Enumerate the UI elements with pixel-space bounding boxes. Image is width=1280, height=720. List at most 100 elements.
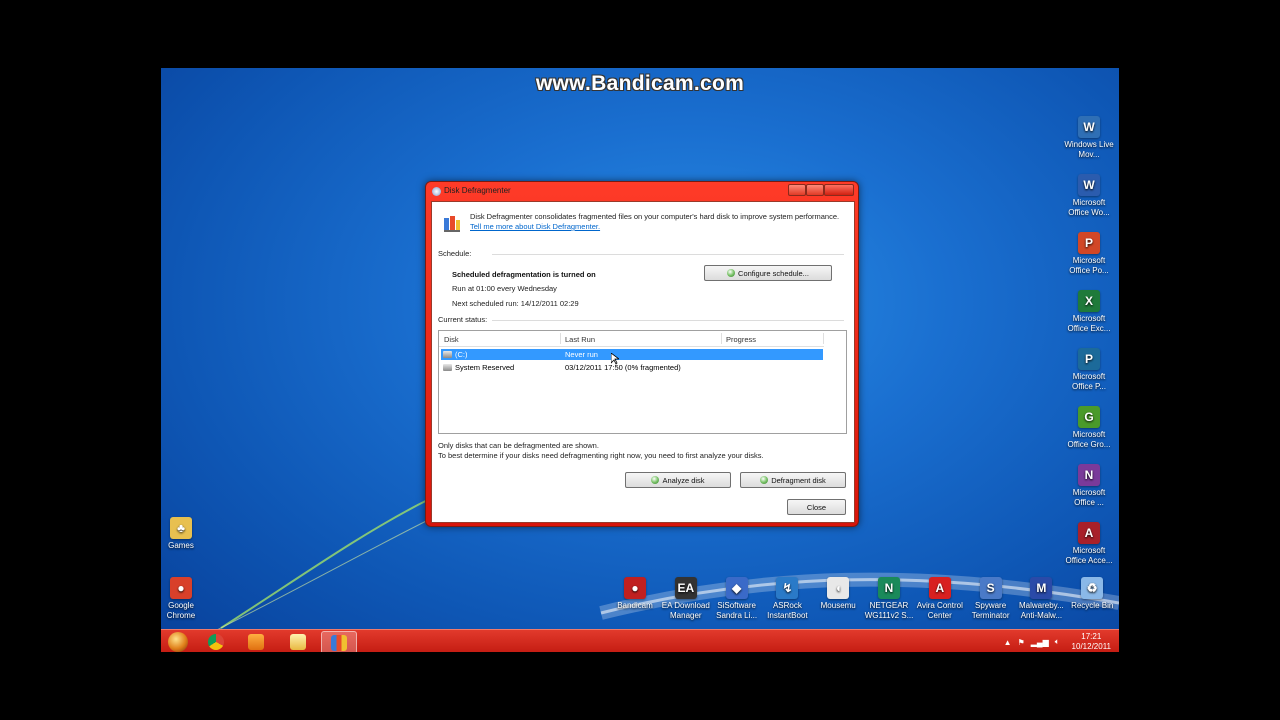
desktop-icon-games[interactable]: ♣ Games	[161, 517, 207, 551]
hard-drive-icon	[443, 351, 452, 358]
desktop-icon-netgear-wg111v2[interactable]: N NETGEAR WG111v2 S...	[863, 577, 915, 621]
desktop-icon-label: NETGEAR WG111v2 S...	[864, 601, 914, 620]
google-chrome-icon: ●	[170, 577, 192, 599]
desktop-icon-microsoft-office-onenote[interactable]: N Microsoft Office ...	[1063, 464, 1115, 508]
desktop-icon-malwarebytes[interactable]: M Malwareby... Anti-Malw...	[1015, 577, 1067, 621]
asrock-instantboot-icon: ↯	[776, 577, 799, 599]
schedule-label: Schedule:	[438, 249, 472, 258]
microsoft-office-access-icon: A	[1078, 522, 1100, 544]
column-header-last-run[interactable]: Last Run	[565, 335, 595, 344]
column-separator	[823, 333, 824, 344]
microsoft-office-publisher-icon: P	[1078, 348, 1100, 370]
desktop-icon-microsoft-office-powerpoint[interactable]: P Microsoft Office Po...	[1063, 232, 1115, 276]
desktop-icon-label: ASRock InstantBoot	[767, 601, 808, 620]
taskbar-media-player[interactable]	[239, 631, 273, 652]
table-row-system-reserved[interactable]: System Reserved 03/12/2011 17:50 (0% fra…	[441, 362, 823, 373]
title-bar[interactable]: Disk Defragmenter	[426, 182, 858, 200]
tell-me-more-link[interactable]: Tell me more about Disk Defragmenter.	[470, 222, 600, 231]
folder-icon	[290, 633, 306, 650]
clock[interactable]: 17:21 10/12/2011	[1072, 632, 1111, 652]
defrag-app-icon	[444, 216, 460, 232]
ea-download-manager-icon: EA	[674, 577, 697, 599]
desktop-icon-label: Spyware Terminator	[971, 601, 1010, 620]
microsoft-office-groove-icon: G	[1078, 406, 1100, 428]
desktop-icon-mousemu[interactable]: ◖ Mousemu	[812, 577, 864, 611]
disk-last-run: 03/12/2011 17:50 (0% fragmented)	[565, 363, 681, 372]
analyze-disk-label: Analyze disk	[662, 475, 705, 485]
analyze-hint-note: To best determine if your disks need def…	[438, 451, 764, 460]
action-center-flag-icon[interactable]: ⚑	[1018, 638, 1025, 647]
desktop-icon-microsoft-office-groove[interactable]: G Microsoft Office Gro...	[1063, 406, 1115, 450]
column-header-disk[interactable]: Disk	[444, 335, 459, 344]
desktop-icon-microsoft-office-publisher[interactable]: P Microsoft Office P...	[1063, 348, 1115, 392]
defrag-icon	[331, 634, 347, 651]
start-button[interactable]	[161, 631, 195, 652]
desktop-icon-microsoft-office-excel[interactable]: X Microsoft Office Exc...	[1063, 290, 1115, 334]
desktop-icon-label: Avira Control Center	[916, 601, 963, 620]
desktop-icon-label: Microsoft Office Gro...	[1067, 430, 1111, 449]
minimize-button[interactable]	[788, 184, 806, 196]
shield-icon	[651, 476, 660, 484]
desktop-icon-avira-control-center[interactable]: A Avira Control Center	[914, 577, 966, 621]
desktop-icon-windows-live-movie-maker[interactable]: W Windows Live Mov...	[1063, 116, 1115, 160]
show-hidden-icons-icon[interactable]: ▲	[1004, 638, 1012, 647]
microsoft-office-excel-icon: X	[1078, 290, 1100, 312]
desktop-icon-label: Microsoft Office Acce...	[1065, 546, 1113, 565]
avira-control-center-icon: A	[928, 577, 951, 599]
network-icon[interactable]: ▂▄▆	[1031, 638, 1049, 647]
desktop-icon-label: SiSoftware Sandra Li...	[716, 601, 758, 620]
desktop-icon-label: Malwareby... Anti-Malw...	[1019, 601, 1064, 620]
maximize-button[interactable]	[806, 184, 824, 196]
clock-time: 17:21	[1081, 632, 1102, 641]
desktop-icon-label: Recycle Bin	[1071, 601, 1114, 610]
desktop-icon-microsoft-office-access[interactable]: A Microsoft Office Acce...	[1063, 522, 1115, 566]
configure-schedule-label: Configure schedule...	[738, 268, 809, 278]
defragment-disk-button[interactable]: Defragment disk	[740, 472, 846, 488]
intro-description: Disk Defragmenter consolidates fragmente…	[470, 212, 840, 221]
desktop-icon-label: EA Download Manager	[661, 601, 710, 620]
desktop-icon-label: Mousemu	[820, 601, 856, 610]
dialog-client-area: Disk Defragmenter consolidates fragmente…	[431, 201, 855, 523]
taskbar-chrome[interactable]	[199, 631, 233, 652]
table-row-c-drive[interactable]: (C:) Never run	[441, 349, 823, 360]
column-separator	[721, 333, 722, 344]
recycle-bin-icon: ♻	[1081, 577, 1104, 599]
desktop-icon-label: Microsoft Office Wo...	[1068, 198, 1110, 217]
close-window-button[interactable]	[824, 184, 854, 196]
taskbar-explorer[interactable]	[281, 631, 315, 652]
microsoft-office-powerpoint-icon: P	[1078, 232, 1100, 254]
mouse-cursor-icon	[611, 353, 619, 365]
desktop-icon-google-chrome[interactable]: ● Google Chrome	[161, 577, 207, 621]
taskbar-disk-defragmenter[interactable]	[321, 631, 357, 652]
desktop-icon-spyware-terminator[interactable]: S Spyware Terminator	[965, 577, 1017, 621]
windows-live-movie-maker-icon: W	[1078, 116, 1100, 138]
desktop-icon-microsoft-office-word[interactable]: W Microsoft Office Wo...	[1063, 174, 1115, 218]
clock-date: 10/12/2011	[1071, 642, 1111, 651]
bandicam-watermark: www.Bandicam.com	[535, 72, 745, 95]
sisoftware-sandra-icon: ◆	[725, 577, 748, 599]
desktop-icon-recycle-bin[interactable]: ♻ Recycle Bin	[1066, 577, 1118, 611]
desktop-icon-bandicam[interactable]: ● Bandicam	[609, 577, 661, 611]
volume-icon[interactable]: 🔈︎	[1055, 637, 1060, 647]
bandicam-icon: ●	[624, 577, 646, 599]
desktop: www.Bandicam.com W Windows Live Mov... W Mi…	[161, 68, 1119, 652]
schedule-run-time: Run at 01:00 every Wednesday	[452, 284, 557, 293]
malwarebytes-icon: M	[1030, 577, 1053, 599]
disk-name: (C:)	[455, 350, 468, 359]
windows-orb-icon	[168, 631, 188, 652]
games-icon: ♣	[170, 517, 192, 539]
netgear-wg111v2-icon: N	[878, 577, 900, 599]
configure-schedule-button[interactable]: Configure schedule...	[704, 265, 832, 281]
desktop-icon-asrock-instantboot[interactable]: ↯ ASRock InstantBoot	[761, 577, 813, 621]
analyze-disk-button[interactable]: Analyze disk	[625, 472, 731, 488]
desktop-icon-sisoftware-sandra[interactable]: ◆ SiSoftware Sandra Li...	[711, 577, 763, 621]
desktop-icon-ea-download-manager[interactable]: EA EA Download Manager	[660, 577, 712, 621]
desktop-icon-label: Bandicam	[617, 601, 653, 610]
close-button[interactable]: Close	[787, 499, 846, 515]
defrag-title-icon	[432, 187, 441, 196]
microsoft-office-word-icon: W	[1078, 174, 1100, 196]
disk-list[interactable]: Disk Last Run Progress (C:) Never run Sy…	[438, 330, 847, 434]
desktop-icon-label: Google Chrome	[166, 601, 196, 620]
column-header-progress[interactable]: Progress	[726, 335, 756, 344]
desktop-icon-label: Microsoft Office P...	[1072, 372, 1106, 391]
